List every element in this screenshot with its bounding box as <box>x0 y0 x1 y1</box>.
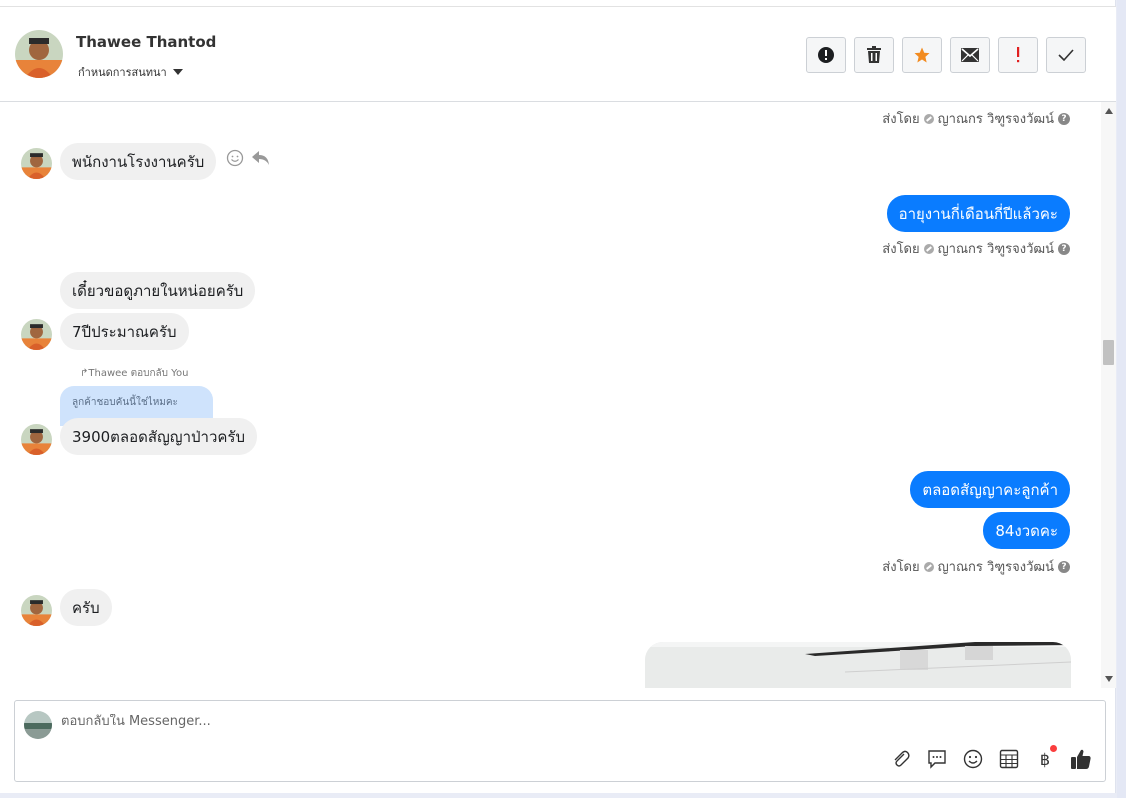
alert-circle-icon <box>818 47 834 63</box>
message-bubble-outgoing[interactable]: อายุงานกี่เดือนกี่ปีแล้วคะ <box>886 195 1070 232</box>
thumbs-up-icon <box>1071 749 1091 769</box>
envelope-icon <box>961 48 979 62</box>
scroll-up-arrow-icon[interactable] <box>1105 108 1113 114</box>
sent-by-label: ส่งโดย ญาณกร วิฑูรจงวัฒน์ ? <box>882 238 1070 259</box>
reply-icon[interactable] <box>252 150 270 166</box>
scroll-down-arrow-icon[interactable] <box>1105 676 1113 682</box>
reply-reference-text: Thawee ตอบกลับ You <box>88 368 189 379</box>
speech-bubble-icon <box>928 750 946 769</box>
message-bubble-incoming[interactable]: 3900ตลอดสัญญาป่าวครับ <box>60 418 257 455</box>
agent-badge-icon <box>923 113 934 124</box>
sent-by-prefix: ส่งโดย <box>882 560 920 575</box>
conversation-settings-dropdown[interactable]: กำหนดการสนทนา <box>78 63 183 81</box>
paperclip-icon <box>894 750 910 767</box>
emoji-button[interactable] <box>961 747 985 771</box>
customer-avatar <box>21 319 52 350</box>
agent-name[interactable]: ญาณกร วิฑูรจงวัฒน์ <box>938 238 1054 259</box>
caret-down-icon <box>172 69 183 75</box>
sent-by-label: ส่งโดย ญาณกร วิฑูรจงวัฒน์ ? <box>882 108 1070 129</box>
report-button[interactable] <box>806 37 846 73</box>
customer-avatar <box>21 148 52 179</box>
message-bubble-outgoing[interactable]: ตลอดสัญญาคะลูกค้า <box>910 471 1070 508</box>
check-icon <box>1058 49 1074 61</box>
message-list: ส่งโดย ญาณกร วิฑูรจงวัฒน์ ? พนักงานโรงงา… <box>0 102 1100 688</box>
reply-reference: ↱Thawee ตอบกลับ You <box>80 366 188 381</box>
customer-avatar <box>21 595 52 626</box>
message-actions <box>226 149 270 167</box>
smiley-icon[interactable] <box>226 149 244 167</box>
sent-by-prefix: ส่งโดย <box>882 112 920 127</box>
help-icon[interactable]: ? <box>1058 112 1070 125</box>
notification-dot <box>1050 745 1057 752</box>
conversation-settings-label: กำหนดการสนทนา <box>78 66 167 79</box>
contact-avatar[interactable] <box>15 30 63 78</box>
agent-badge-icon <box>923 561 934 572</box>
star-button[interactable] <box>902 37 942 73</box>
agent-badge-icon <box>923 243 934 254</box>
reply-composer: ฿ <box>14 700 1106 782</box>
saved-replies-button[interactable] <box>925 747 949 771</box>
agent-name[interactable]: ญาณกร วิฑูรจงวัฒน์ <box>938 108 1054 129</box>
message-bubble-incoming[interactable]: พนักงานโรงงานครับ <box>60 143 217 180</box>
exclamation-icon <box>1017 47 1020 63</box>
message-bubble-incoming[interactable]: เดี๋ยวขอดูภายในหน่อยครับ <box>60 272 256 309</box>
customer-avatar <box>21 424 52 455</box>
window-edge <box>1117 0 1126 798</box>
mark-important-button[interactable] <box>998 37 1038 73</box>
help-icon[interactable]: ? <box>1058 242 1070 255</box>
message-bubble-incoming[interactable]: ครับ <box>60 589 112 626</box>
composer-toolbar: ฿ <box>889 745 1093 771</box>
contact-name: Thawee Thantod <box>76 33 217 51</box>
page-avatar <box>24 711 52 739</box>
sent-by-prefix: ส่งโดย <box>882 242 920 257</box>
message-bubble-incoming[interactable]: 7ปีประมาณครับ <box>60 313 189 350</box>
payment-button[interactable]: ฿ <box>1033 745 1057 771</box>
attach-button[interactable] <box>889 747 913 771</box>
table-icon <box>999 749 1019 769</box>
scrollbar-thumb[interactable] <box>1103 340 1114 365</box>
reply-input[interactable] <box>61 714 761 729</box>
sent-by-label: ส่งโดย ญาณกร วิฑูรจงวัฒน์ ? <box>882 556 1070 577</box>
delete-button[interactable] <box>854 37 894 73</box>
help-icon[interactable]: ? <box>1058 560 1070 573</box>
appointment-button[interactable] <box>997 747 1021 771</box>
smiley-icon <box>963 749 983 769</box>
trash-icon <box>867 46 881 63</box>
baht-icon: ฿ <box>1039 749 1051 769</box>
star-icon <box>914 47 930 63</box>
image-message[interactable] <box>645 642 1071 688</box>
message-scrollbar[interactable] <box>1101 102 1116 688</box>
conversation-header: Thawee Thantod กำหนดการสนทนา <box>0 6 1116 102</box>
agent-name[interactable]: ญาณกร วิฑูรจงวัฒน์ <box>938 556 1054 577</box>
like-button[interactable] <box>1069 747 1093 771</box>
mark-unread-button[interactable] <box>950 37 990 73</box>
message-bubble-outgoing[interactable]: 84งวดคะ <box>983 512 1070 549</box>
mark-done-button[interactable] <box>1046 37 1086 73</box>
messenger-window: Thawee Thantod กำหนดการสนทนา ส่งโดย ญาณก… <box>0 0 1116 793</box>
